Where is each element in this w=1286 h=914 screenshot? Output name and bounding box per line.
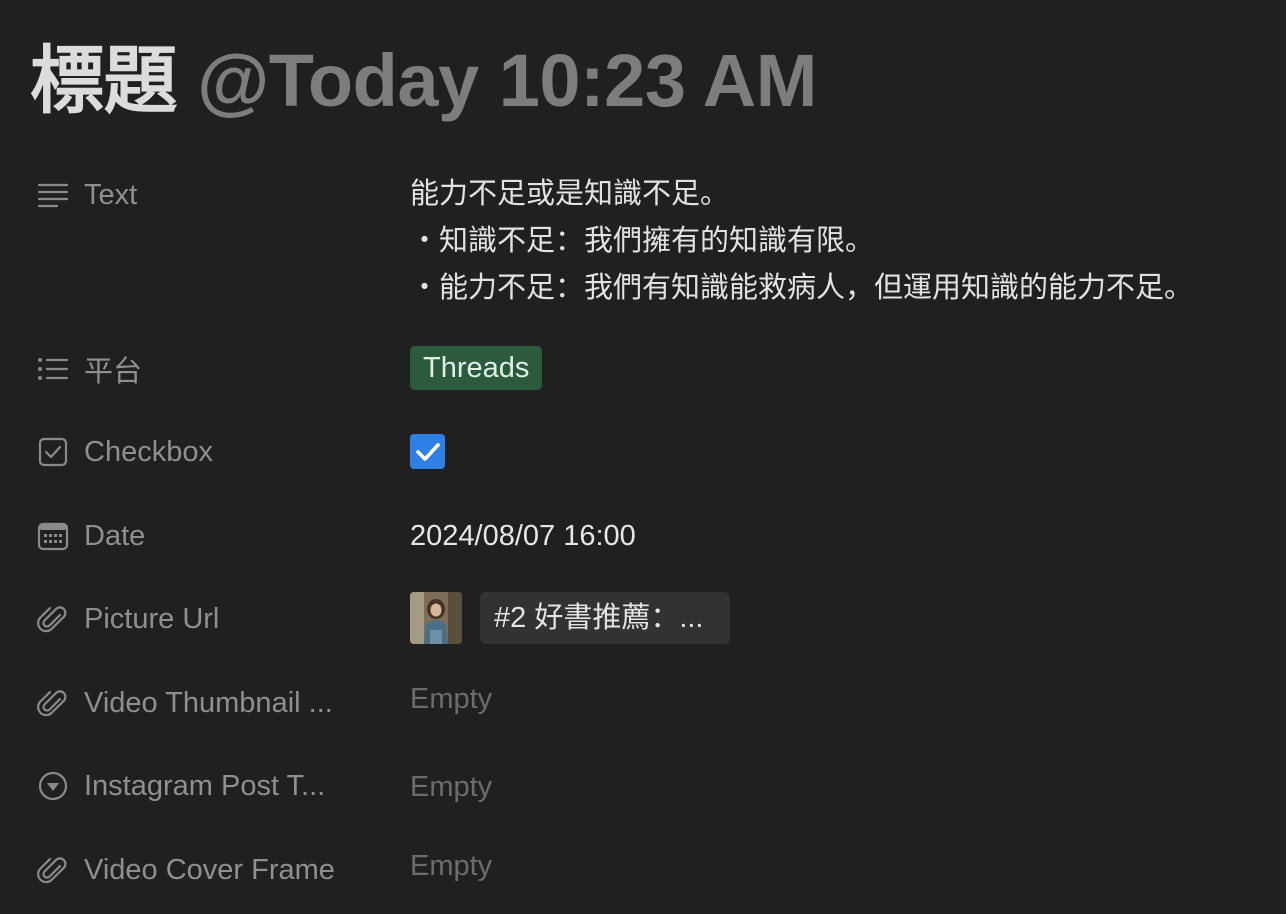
empty-value[interactable]: Empty bbox=[410, 767, 492, 807]
property-picture-url[interactable]: Picture Url bbox=[36, 599, 219, 639]
bulleted-list-icon bbox=[36, 352, 70, 386]
property-label: Instagram Post T... bbox=[84, 769, 326, 802]
paperclip-icon bbox=[36, 853, 70, 887]
empty-value[interactable]: Empty bbox=[410, 679, 492, 719]
page-title[interactable]: 標題 @Today 10:23 AM bbox=[30, 36, 817, 126]
property-label: Text bbox=[84, 178, 138, 211]
photo-thumbnail-image bbox=[410, 592, 462, 644]
text-value[interactable]: 能力不足或是知識不足。 ・知識不足：我們擁有的知識有限。 ・能力不足：我們有知識… bbox=[410, 171, 1193, 312]
text-line: ・能力不足：我們有知識能救病人，但運用知識的能力不足。 bbox=[410, 272, 1194, 304]
calendar-icon bbox=[36, 519, 70, 553]
property-label: Picture Url bbox=[84, 602, 220, 635]
text-line: 能力不足或是知識不足。 bbox=[410, 178, 730, 210]
property-label: Date bbox=[84, 519, 146, 552]
property-date[interactable]: Date bbox=[36, 516, 145, 556]
property-label: Checkbox bbox=[84, 435, 213, 468]
text-lines-icon bbox=[36, 178, 70, 212]
property-video-thumbnail[interactable]: Video Thumbnail ... bbox=[36, 683, 333, 723]
text-line: ・知識不足：我們擁有的知識有限。 bbox=[410, 225, 875, 257]
file-chip[interactable]: #2 好書推薦：... bbox=[480, 592, 730, 644]
paperclip-icon bbox=[36, 686, 70, 720]
checkbox-icon bbox=[36, 435, 70, 469]
circle-chevron-down-icon bbox=[36, 769, 70, 803]
empty-value[interactable]: Empty bbox=[410, 846, 492, 886]
property-video-cover-frame[interactable]: Video Cover Frame bbox=[36, 850, 335, 890]
property-text[interactable]: Text bbox=[36, 175, 137, 215]
checkmark-icon bbox=[416, 443, 440, 461]
date-value[interactable]: 2024/08/07 16:00 bbox=[410, 516, 636, 556]
paperclip-icon bbox=[36, 602, 70, 636]
picture-thumbnail[interactable] bbox=[410, 592, 462, 644]
platform-tag[interactable]: Threads bbox=[410, 346, 543, 390]
checkbox-control[interactable] bbox=[410, 434, 445, 469]
property-label: Video Cover Frame bbox=[84, 853, 335, 886]
property-instagram-post-type[interactable]: Instagram Post T... bbox=[36, 766, 325, 806]
page-title-text: 標題 bbox=[30, 39, 178, 122]
property-platform[interactable]: 平台 bbox=[36, 349, 142, 389]
property-label: Video Thumbnail ... bbox=[84, 686, 333, 719]
property-label: 平台 bbox=[84, 356, 143, 388]
property-checkbox[interactable]: Checkbox bbox=[36, 432, 213, 472]
date-mention[interactable]: @Today 10:23 AM bbox=[197, 39, 817, 122]
